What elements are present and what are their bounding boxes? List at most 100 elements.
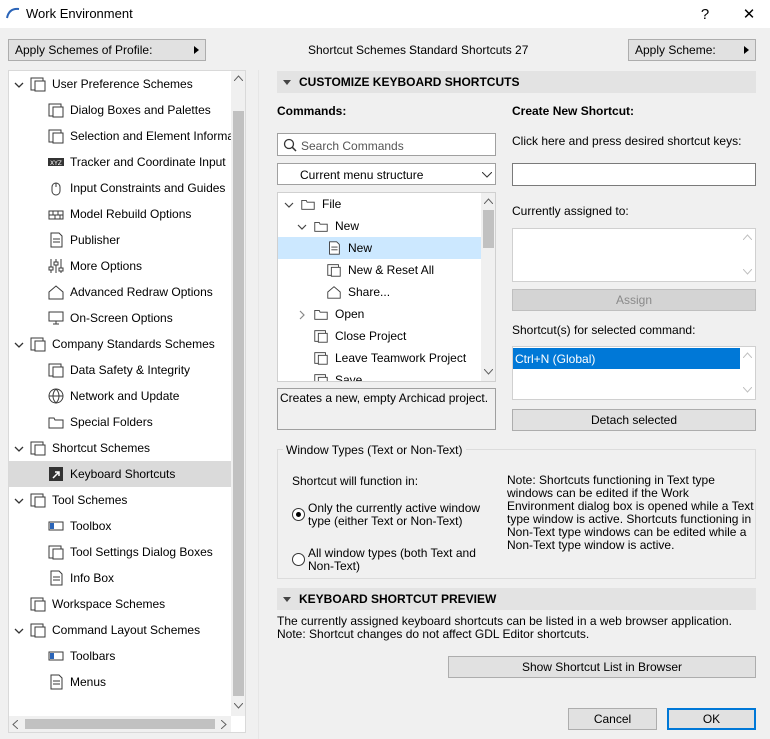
scroll-down-icon[interactable] [743,269,752,275]
chevron-down-icon[interactable] [14,340,24,350]
tree-item-label: Toolbars [70,649,116,663]
command-scroll-thumb[interactable] [483,210,494,248]
command-item[interactable]: Open [278,303,481,325]
command-item[interactable]: Close Project [278,325,481,347]
tree-item[interactable]: Toolbars [9,643,231,669]
cancel-button[interactable]: Cancel [568,708,657,730]
chevron-down-icon[interactable] [14,496,24,506]
assigned-list-scrollbar[interactable] [740,229,755,281]
tree-item[interactable]: Selection and Element Informatio [9,123,245,149]
preview-section-header[interactable]: KEYBOARD SHORTCUT PREVIEW [277,588,756,610]
title-bar: Work Environment ? ✕ [0,0,770,28]
shortcut-schemes-icon [29,439,47,457]
tree-item[interactable]: Dialog Boxes and Palettes [9,97,231,123]
apply-profile-button[interactable]: Apply Schemes of Profile: [8,39,206,61]
option-all-windows-label[interactable]: All window types (both Text and Non-Text… [308,547,488,573]
tree-item[interactable]: Menus [9,669,231,695]
search-placeholder: Search Commands [301,139,404,153]
tree-item[interactable]: Special Folders [9,409,231,435]
menu-structure-select[interactable]: Current menu structure [277,163,496,185]
tree-item[interactable]: Keyboard Shortcuts [9,461,231,487]
tree-item[interactable]: Network and Update [9,383,231,409]
tree-item[interactable]: Tool Schemes [9,487,231,513]
tree-item[interactable]: XYZ Tracker and Coordinate Input [9,149,231,175]
chevron-right-icon[interactable] [297,310,307,320]
tool-settings-icon [47,543,65,561]
scroll-down-icon[interactable] [743,387,752,393]
command-item-label: Leave Teamwork Project [335,351,467,365]
tree-item[interactable]: Input Constraints and Guides [9,175,231,201]
tree-hscroll-thumb[interactable] [25,719,215,729]
monitor-icon [47,309,65,327]
search-commands-field[interactable]: Search Commands [277,133,496,156]
shortcut-list-item[interactable]: Ctrl+N (Global) [513,348,740,369]
tree-scroll-thumb[interactable] [233,111,244,696]
shortcut-key-field[interactable] [512,163,756,186]
scroll-up-icon[interactable] [743,234,752,240]
command-item[interactable]: Leave Teamwork Project [278,347,481,369]
command-item[interactable]: File [278,193,481,215]
assign-button[interactable]: Assign [512,289,756,311]
customize-section-header[interactable]: CUSTOMIZE KEYBOARD SHORTCUTS [277,71,756,93]
tree-item[interactable]: More Options [9,253,231,279]
help-button[interactable]: ? [682,0,728,28]
tree-item[interactable]: Advanced Redraw Options [9,279,231,305]
command-list[interactable]: File New New New & Reset All Share... Open Clo… [277,192,496,382]
tree-item[interactable]: User Preference Schemes [9,71,231,97]
tree-item-label: Selection and Element Informatio [70,129,246,143]
commands-label: Commands: [277,104,347,118]
scroll-up-icon[interactable] [484,198,493,204]
selected-shortcuts-list[interactable]: Ctrl+N (Global) [512,346,756,400]
assigned-to-list[interactable] [512,228,756,282]
tree-item-label: Company Standards Schemes [52,337,215,351]
scroll-down-icon[interactable] [234,703,243,709]
command-layout-icon [29,621,47,639]
command-item[interactable]: New [278,237,481,259]
command-item[interactable]: Share... [278,281,481,303]
folder-icon [300,196,316,212]
command-item[interactable]: Save [278,369,481,381]
scheme-tree: User Preference Schemes Dialog Boxes and … [8,70,246,733]
tree-item[interactable]: Company Standards Schemes [9,331,231,357]
globe-icon [47,387,65,405]
tree-item[interactable]: Info Box [9,565,231,591]
chevron-down-icon[interactable] [14,626,24,636]
tree-item-label: Workspace Schemes [52,597,166,611]
tree-vertical-scrollbar[interactable] [231,71,245,716]
tree-item[interactable]: Model Rebuild Options [9,201,231,227]
detach-selected-button[interactable]: Detach selected [512,409,756,431]
apply-scheme-button[interactable]: Apply Scheme: [628,39,756,61]
scroll-down-icon[interactable] [484,369,493,375]
scroll-up-icon[interactable] [234,75,243,81]
scroll-left-icon[interactable] [12,720,18,729]
tree-item[interactable]: Tool Settings Dialog Boxes [9,539,231,565]
close-window-button[interactable]: ✕ [726,0,770,28]
option-all-windows-radio[interactable] [292,553,305,566]
tree-item[interactable]: Data Safety & Integrity [9,357,231,383]
tree-item[interactable]: Command Layout Schemes [9,617,231,643]
tree-item[interactable]: Toolbox [9,513,231,539]
tree-item[interactable]: Publisher [9,227,231,253]
option-active-window-label[interactable]: Only the currently active window type (e… [308,502,488,528]
scroll-right-icon[interactable] [221,720,227,729]
new-document-icon [326,240,342,256]
tree-item[interactable]: On-Screen Options [9,305,231,331]
show-shortcut-list-button[interactable]: Show Shortcut List in Browser [448,656,756,678]
selected-list-scrollbar[interactable] [740,347,755,399]
ok-button[interactable]: OK [667,708,756,730]
command-list-scrollbar[interactable] [481,193,495,381]
tree-item[interactable]: Workspace Schemes [9,591,231,617]
command-item[interactable]: New & Reset All [278,259,481,281]
chevron-down-icon[interactable] [14,80,24,90]
tree-horizontal-scrollbar[interactable] [9,716,231,732]
shortcut-arrow-icon [47,465,65,483]
option-active-window-radio[interactable] [292,508,305,521]
apply-scheme-label: Apply Scheme: [635,43,716,57]
tree-item[interactable]: Shortcut Schemes [9,435,231,461]
chevron-down-icon[interactable] [14,444,24,454]
command-item[interactable]: New [278,215,481,237]
chevron-down-icon[interactable] [284,200,294,210]
scroll-up-icon[interactable] [743,352,752,358]
chevron-down-icon[interactable] [297,222,307,232]
user-preference-icon [29,75,47,93]
